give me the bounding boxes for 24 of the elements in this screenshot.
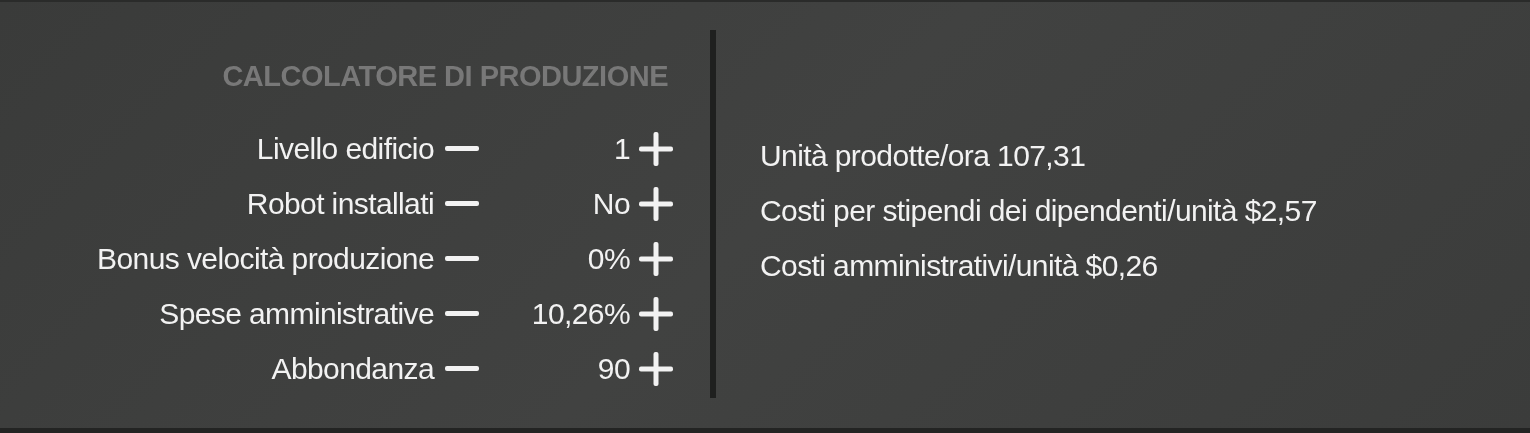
setting-label: Abbondanza [270, 351, 434, 387]
plus-button[interactable] [639, 241, 673, 276]
setting-value: 0% [586, 241, 630, 277]
result-text: Unità prodotte/ora 107,31 [760, 138, 1087, 174]
setting-value: 90 [596, 351, 630, 387]
minus-button[interactable] [445, 255, 479, 262]
setting-value: 1 [612, 131, 630, 167]
plus-button[interactable] [639, 131, 673, 166]
setting-label: Livello edificio [255, 131, 434, 167]
setting-label: Spese amministrative [158, 296, 434, 332]
plus-button[interactable] [639, 351, 673, 386]
minus-button[interactable] [445, 200, 479, 207]
calculator-title: CALCOLATORE DI PRODUZIONE [222, 60, 669, 93]
result-text: Costi amministrativi/unità $0,26 [760, 248, 1159, 284]
setting-value: 10,26% [530, 296, 630, 332]
plus-button[interactable] [639, 186, 673, 221]
setting-label: Robot installati [245, 186, 434, 222]
minus-button[interactable] [445, 310, 479, 317]
setting-label: Bonus velocità produzione [97, 241, 434, 277]
plus-button[interactable] [639, 296, 673, 331]
setting-value: No [591, 186, 630, 222]
minus-button[interactable] [445, 365, 479, 372]
minus-button[interactable] [445, 145, 479, 152]
result-text: Costi per stipendi dei dipendenti/unità $2,57 [760, 193, 1317, 229]
